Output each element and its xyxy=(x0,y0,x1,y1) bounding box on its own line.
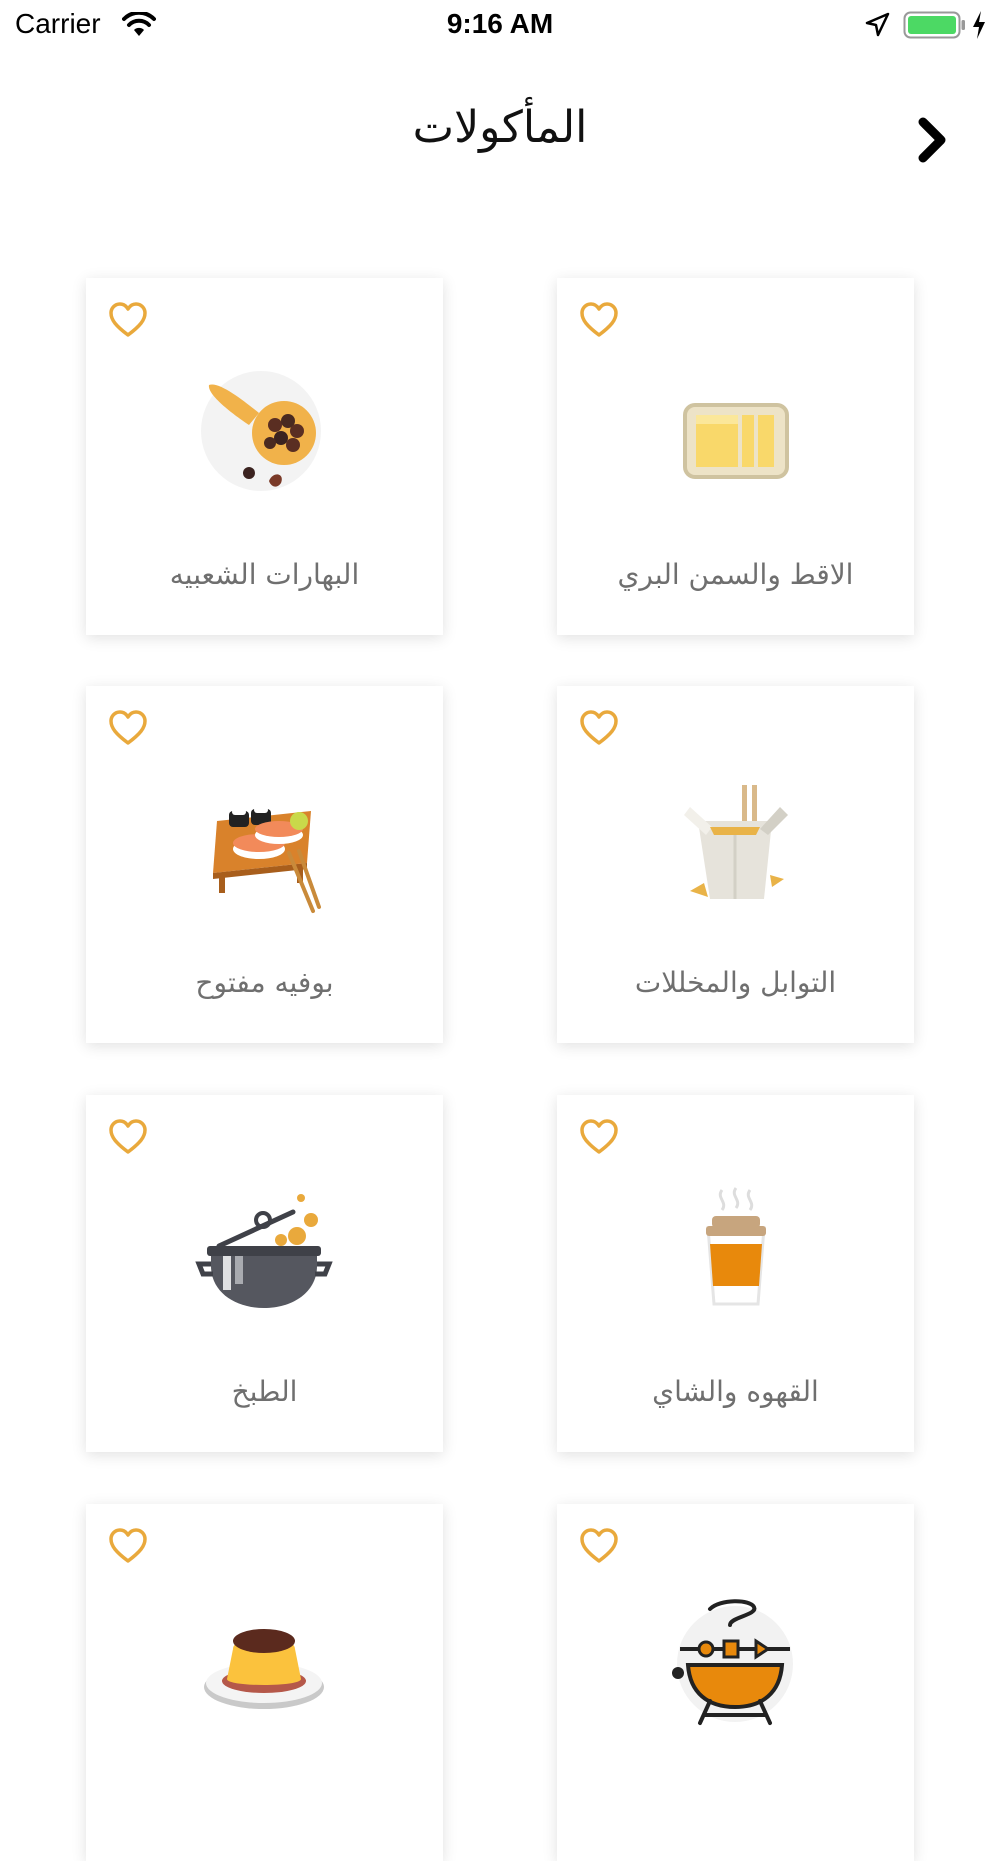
favorite-heart-icon[interactable] xyxy=(108,1117,148,1157)
favorite-heart-icon[interactable] xyxy=(108,1526,148,1566)
favorite-heart-icon[interactable] xyxy=(579,300,619,340)
category-label: بوفيه مفتوح xyxy=(195,966,334,999)
cooking-pot-icon xyxy=(195,1194,333,1308)
sushi-tray-icon xyxy=(213,807,321,913)
favorite-heart-icon[interactable] xyxy=(579,1526,619,1566)
spices-spoon-icon xyxy=(201,371,321,491)
pudding-icon xyxy=(204,1629,324,1709)
category-card-butter[interactable]: الاقط والسمن البري xyxy=(557,278,914,635)
category-card-buffet[interactable]: بوفيه مفتوح xyxy=(86,686,443,1043)
coffee-cup-icon xyxy=(706,1187,766,1306)
category-label: القهوه والشاي xyxy=(652,1375,819,1408)
category-label: التوابل والمخللات xyxy=(634,966,837,999)
grill-icon xyxy=(672,1599,793,1725)
category-card-dessert[interactable] xyxy=(86,1504,443,1861)
category-label: البهارات الشعبيه xyxy=(169,558,360,591)
category-card-coffee-tea[interactable]: القهوه والشاي xyxy=(557,1095,914,1452)
favorite-heart-icon[interactable] xyxy=(108,708,148,748)
category-label: الطبخ xyxy=(231,1375,298,1408)
category-label: الاقط والسمن البري xyxy=(617,558,854,591)
category-card-pickles[interactable]: التوابل والمخللات xyxy=(557,686,914,1043)
favorite-heart-icon[interactable] xyxy=(108,300,148,340)
takeout-box-icon xyxy=(684,785,788,899)
category-card-spices[interactable]: البهارات الشعبيه xyxy=(86,278,443,635)
category-card-grill[interactable] xyxy=(557,1504,914,1861)
butter-icon xyxy=(683,403,789,479)
category-card-cooking[interactable]: الطبخ xyxy=(86,1095,443,1452)
favorite-heart-icon[interactable] xyxy=(579,708,619,748)
favorite-heart-icon[interactable] xyxy=(579,1117,619,1157)
category-grid: الاقط والسمن البري البهارات الشعبيه التو… xyxy=(0,0,1000,1861)
